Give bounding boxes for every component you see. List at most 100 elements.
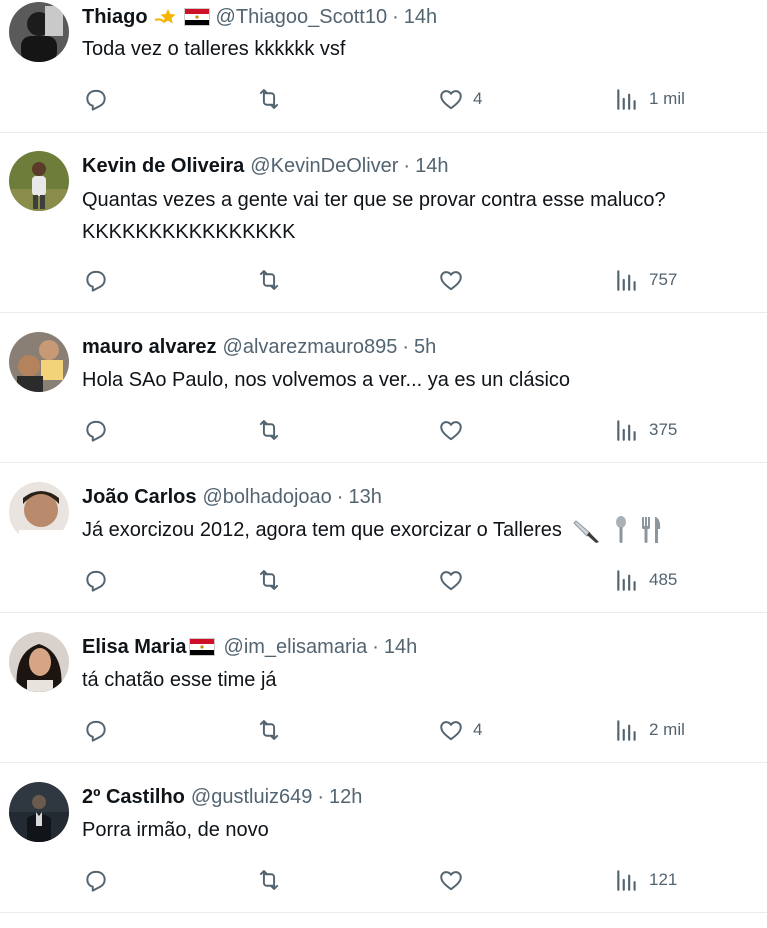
separator-dot: ·	[336, 485, 344, 508]
reply-button[interactable]	[83, 265, 109, 295]
avatar[interactable]	[9, 632, 69, 692]
tweet-time[interactable]: 14h	[384, 636, 417, 659]
avatar[interactable]	[9, 151, 69, 211]
author-name[interactable]: Thiago	[82, 6, 148, 29]
tweet-header: mauro alvarez @alvarezmauro895 · 5h	[82, 332, 436, 362]
author-handle[interactable]: @im_elisamaria	[224, 636, 368, 659]
author-handle[interactable]: @alvarezmauro895	[223, 336, 398, 359]
tweet-feed: Thiago @Thiagoo_Scott10 · 14h Toda vez o…	[0, 0, 767, 928]
tweet-text: Porra irmão, de novo	[82, 814, 269, 846]
tweet-actions: 121	[0, 865, 767, 895]
author-name[interactable]: João Carlos	[82, 486, 196, 509]
heart-icon	[438, 86, 464, 112]
tweet-text: tá chatão esse time já	[82, 664, 277, 696]
reply-icon	[83, 417, 109, 443]
views-button[interactable]: 757	[614, 265, 677, 295]
views-count: 375	[649, 420, 678, 439]
tweet[interactable]: 2º Castilho @gustluiz649 · 12h Porra irm…	[0, 763, 767, 913]
tweet-text-line: tá chatão esse time já	[82, 669, 277, 691]
egypt-flag-emoji-icon	[188, 638, 215, 656]
separator-dot: ·	[403, 154, 411, 177]
retweet-button[interactable]	[256, 715, 282, 745]
heart-icon	[438, 717, 464, 743]
author-handle[interactable]: @gustluiz649	[191, 786, 312, 809]
views-count: 757	[649, 270, 678, 289]
tweet-time[interactable]: 14h	[415, 155, 448, 178]
avatar[interactable]	[9, 482, 69, 542]
views-count: 485	[649, 570, 678, 589]
tweet-text-line: Quantas vezes a gente vai ter que se pro…	[82, 189, 666, 211]
separator-dot: ·	[317, 785, 325, 808]
tweet[interactable]: mauro alvarez @alvarezmauro895 · 5h Hola…	[0, 313, 767, 463]
separator-dot: ·	[392, 5, 399, 28]
author-handle[interactable]: @KevinDeOliver	[250, 155, 398, 178]
views-button[interactable]: 1 mil	[614, 84, 685, 114]
tweet-text: Já exorcizou 2012, agora tem que exorciz…	[82, 514, 664, 546]
tweet-header: 2º Castilho @gustluiz649 · 12h	[82, 782, 362, 812]
author-name[interactable]: Kevin de Oliveira	[82, 155, 244, 178]
tweet-time[interactable]: 13h	[348, 486, 381, 509]
tweet-time[interactable]: 14h	[404, 6, 437, 29]
tweet-actions: 485	[0, 565, 767, 595]
reply-button[interactable]	[83, 84, 109, 114]
reply-button[interactable]	[83, 715, 109, 745]
views-count: 121	[649, 870, 678, 889]
tweet-actions: 757	[0, 265, 767, 295]
heart-icon	[438, 567, 464, 593]
tweet[interactable]: Thiago @Thiagoo_Scott10 · 14h Toda vez o…	[0, 0, 767, 133]
retweet-icon	[256, 417, 282, 443]
retweet-icon	[256, 567, 282, 593]
like-button[interactable]	[438, 565, 473, 595]
author-handle[interactable]: @bolhadojoao	[202, 486, 331, 509]
views-button[interactable]: 2 mil	[614, 715, 685, 745]
avatar[interactable]	[9, 332, 69, 392]
tweet-time[interactable]: 12h	[329, 786, 362, 809]
reply-icon	[83, 717, 109, 743]
retweet-button[interactable]	[256, 565, 282, 595]
views-button[interactable]: 121	[614, 865, 677, 895]
views-button[interactable]: 375	[614, 415, 677, 445]
tweet-actions: 4 2 mil	[0, 715, 767, 745]
views-chart-icon	[614, 567, 640, 593]
heart-icon	[438, 267, 464, 293]
avatar[interactable]	[9, 782, 69, 842]
fork-knife-emoji-icon	[640, 515, 664, 545]
like-button[interactable]: 4	[438, 715, 482, 745]
views-count: 2 mil	[649, 720, 685, 739]
reply-button[interactable]	[83, 415, 109, 445]
author-name[interactable]: 2º Castilho	[82, 786, 185, 809]
tweet-text-line: Já exorcizou 2012, agora tem que exorciz…	[82, 519, 562, 541]
retweet-icon	[256, 867, 282, 893]
reply-icon	[83, 86, 109, 112]
tweet-text: Quantas vezes a gente vai ter que se pro…	[82, 184, 666, 248]
retweet-button[interactable]	[256, 865, 282, 895]
tweet-time[interactable]: 5h	[414, 336, 436, 359]
tweet-text: Hola SAo Paulo, nos volvemos a ver... ya…	[82, 364, 570, 396]
reply-icon	[83, 867, 109, 893]
tweet[interactable]: Elisa Maria @im_elisamaria · 14h tá chat…	[0, 613, 767, 763]
like-button[interactable]	[438, 415, 473, 445]
tweet-actions: 375	[0, 415, 767, 445]
avatar[interactable]	[9, 2, 69, 62]
heart-icon	[438, 417, 464, 443]
tweet[interactable]: João Carlos @bolhadojoao · 13h Já exorci…	[0, 463, 767, 613]
like-button[interactable]: 4	[438, 84, 482, 114]
retweet-button[interactable]	[256, 84, 282, 114]
views-chart-icon	[614, 717, 640, 743]
retweet-button[interactable]	[256, 415, 282, 445]
reply-button[interactable]	[83, 565, 109, 595]
tweet-header: Thiago @Thiagoo_Scott10 · 14h	[82, 2, 437, 32]
egypt-flag-emoji-icon	[183, 8, 210, 26]
tweet[interactable]: Kevin de Oliveira @KevinDeOliver · 14h Q…	[0, 133, 767, 313]
views-button[interactable]: 485	[614, 565, 677, 595]
author-name[interactable]: Elisa Maria	[82, 636, 187, 659]
tweet-header: João Carlos @bolhadojoao · 13h	[82, 482, 382, 512]
like-button[interactable]	[438, 865, 473, 895]
like-button[interactable]	[438, 265, 473, 295]
retweet-icon	[256, 86, 282, 112]
retweet-button[interactable]	[256, 265, 282, 295]
tweet-actions: 4 1 mil	[0, 84, 767, 114]
reply-button[interactable]	[83, 865, 109, 895]
author-name[interactable]: mauro alvarez	[82, 336, 217, 359]
author-handle[interactable]: @Thiagoo_Scott10	[216, 6, 388, 29]
